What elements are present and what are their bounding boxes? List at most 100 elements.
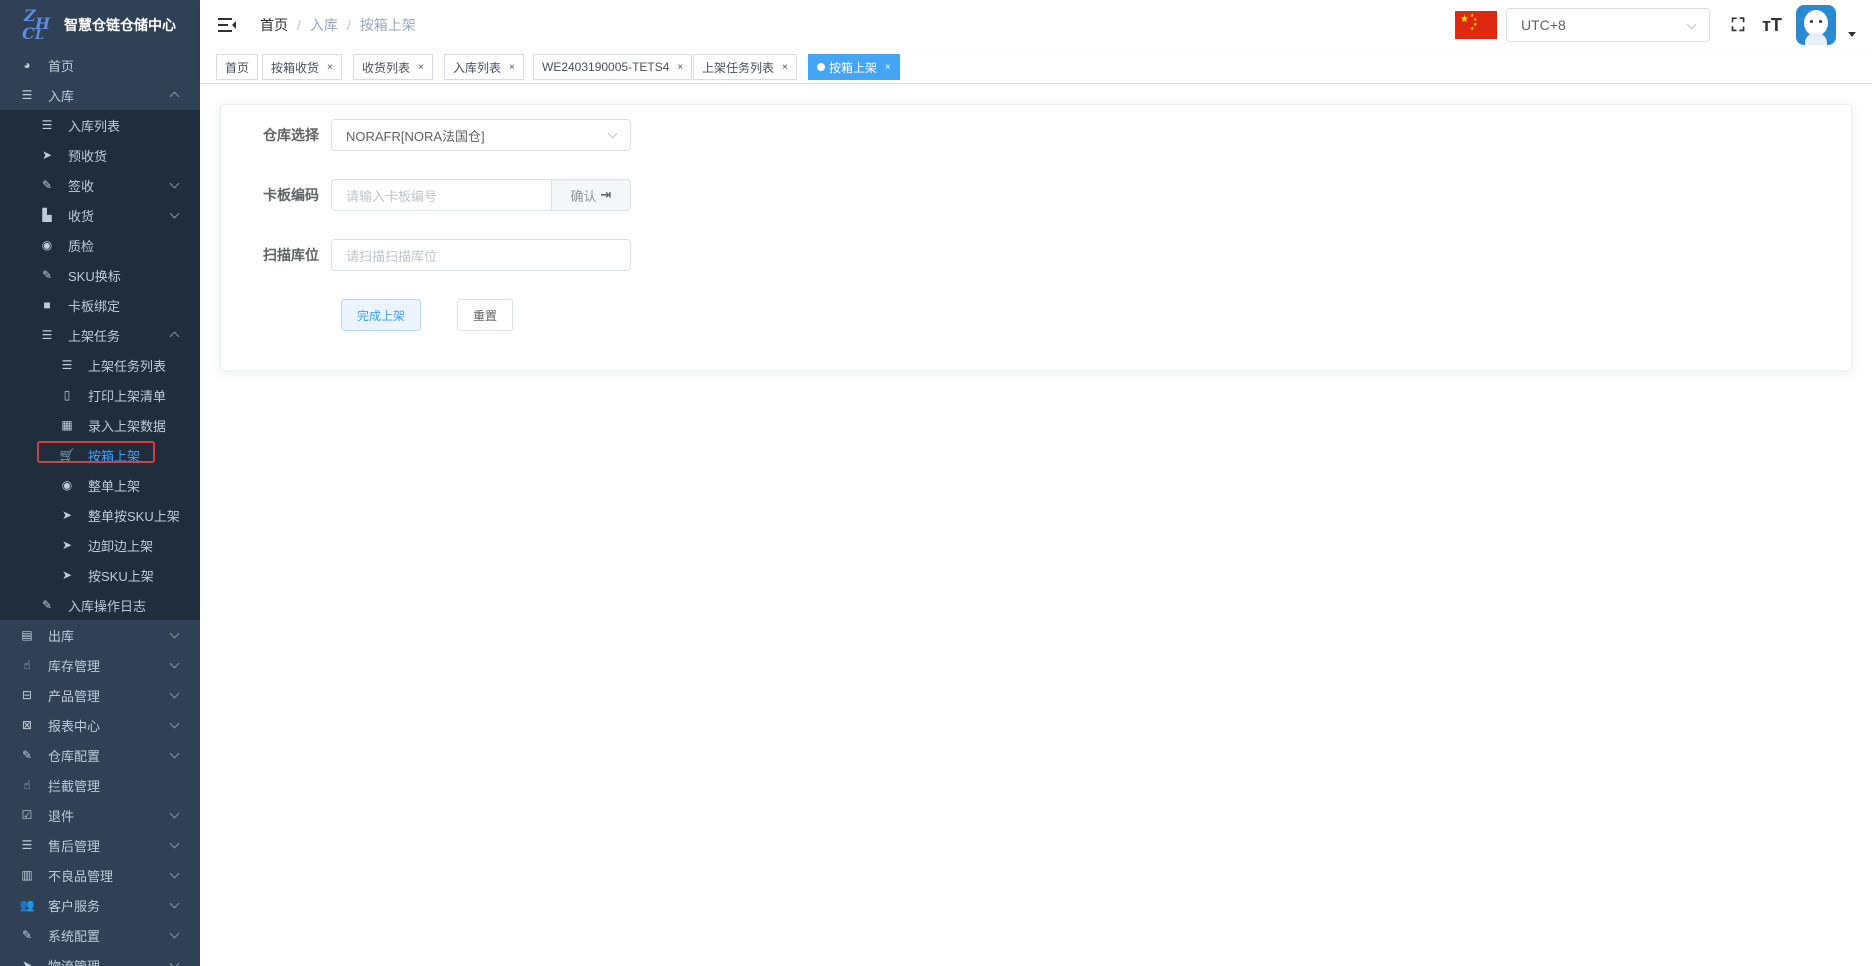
peoples-icon: 👥	[19, 898, 35, 912]
close-icon[interactable]: ×	[782, 62, 788, 73]
book-icon: ▯	[63, 388, 71, 402]
breadcrumb-home[interactable]: 首页	[260, 15, 288, 35]
sidebar-item-sign[interactable]: ✎ 签收	[0, 170, 200, 200]
sidebar-item-label: 退件	[48, 808, 75, 824]
sidebar-item-sku-putaway[interactable]: ➤ 按SKU上架	[0, 560, 200, 590]
sidebar-item-pre-receipt[interactable]: ➤ 预收货	[0, 140, 200, 170]
logo-letter-l: L	[35, 28, 45, 43]
chevron-down-icon	[169, 178, 180, 189]
app-logo[interactable]: Z H C L 智慧仓链仓储中心	[0, 0, 200, 50]
complete-putaway-button[interactable]: 完成上架	[341, 299, 421, 331]
hamburger-icon[interactable]	[218, 18, 236, 32]
hamburger-bar	[218, 30, 232, 32]
tab-home[interactable]: 首页	[216, 54, 259, 80]
sidebar-item-inventory[interactable]: ☝ 库存管理	[0, 650, 200, 680]
chevron-down-icon	[169, 628, 180, 639]
edit-icon: ✎	[41, 598, 53, 612]
chevron-down-icon	[169, 898, 180, 909]
confirm-label: 确认	[570, 188, 597, 204]
location-input[interactable]: 请扫描扫描库位	[331, 239, 631, 271]
sidebar-item-after-sales[interactable]: ☰ 售后管理	[0, 830, 200, 860]
sidebar-item-box-putaway[interactable]: 🛒 按箱上架	[0, 440, 200, 470]
navbar-right: ★ ★ ★ ★ ★ UTC+8 ⛶ ᴛT	[1455, 0, 1872, 50]
close-icon[interactable]: ×	[327, 62, 333, 73]
sidebar-item-label: 卡板绑定	[68, 298, 121, 314]
sidebar-item-outbound[interactable]: ▤ 出库	[0, 620, 200, 650]
tab-box-putaway[interactable]: 按箱上架 ×	[808, 54, 900, 80]
pallet-label: 卡板编码	[263, 187, 319, 203]
avatar[interactable]	[1796, 5, 1836, 45]
timezone-select[interactable]: UTC+8	[1506, 8, 1710, 42]
sidebar-item-order-sku-putaway[interactable]: ➤ 整单按SKU上架	[0, 500, 200, 530]
close-icon[interactable]: ×	[885, 62, 891, 73]
sidebar-item-intercept[interactable]: ☝ 拦截管理	[0, 770, 200, 800]
close-icon[interactable]: ×	[509, 62, 515, 73]
list-icon: ☰	[41, 328, 53, 342]
form-row-location: 扫描库位 请扫描扫描库位	[221, 239, 631, 271]
list-icon: ☰	[21, 88, 33, 102]
sidebar-item-warehouse-config[interactable]: ✎ 仓库配置	[0, 740, 200, 770]
putaway-form-card: 仓库选择 NORAFR[NORA法国仓] 卡板编码 请输入卡板编号 确认 ⇥ 扫…	[220, 104, 1852, 371]
sidebar-item-inbound-list[interactable]: ☰ 入库列表	[0, 110, 200, 140]
tab-receive-list[interactable]: 收货列表 ×	[353, 54, 433, 80]
sidebar-item-order-putaway[interactable]: ◉ 整单上架	[0, 470, 200, 500]
chevron-down-icon	[169, 688, 180, 699]
list-icon: ☰	[61, 358, 73, 372]
sidebar-item-enter-putaway-data[interactable]: ▦ 录入上架数据	[0, 410, 200, 440]
caret-down-icon[interactable]	[1848, 31, 1856, 37]
sidebar-item-label: 整单上架	[88, 478, 141, 494]
font-size-icon[interactable]: ᴛT	[1762, 15, 1782, 35]
sidebar-item-customer-service[interactable]: 👥 客户服务	[0, 890, 200, 920]
sidebar-item-label: 首页	[48, 58, 75, 74]
radio-icon: ◉	[61, 478, 73, 492]
active-dot-icon	[817, 63, 825, 71]
logo-mark-icon: Z H C L	[22, 6, 54, 43]
reset-button[interactable]: 重置	[457, 299, 513, 331]
breadcrumb-separator: /	[297, 17, 301, 33]
chevron-down-icon	[169, 748, 180, 759]
warehouse-select[interactable]: NORAFR[NORA法国仓]	[331, 119, 631, 151]
pallet-input[interactable]: 请输入卡板编号	[331, 179, 552, 211]
chevron-up-icon	[169, 91, 180, 102]
sidebar-item-print-putaway[interactable]: ▯ 打印上架清单	[0, 380, 200, 410]
tab-label: 入库列表	[453, 60, 502, 75]
close-icon[interactable]: ×	[418, 62, 424, 73]
app-title: 智慧仓链仓储中心	[64, 17, 176, 33]
sidebar-item-unload-putaway[interactable]: ➤ 边卸边上架	[0, 530, 200, 560]
sidebar-item-products[interactable]: ⊟ 产品管理	[0, 680, 200, 710]
sidebar-item-system-config[interactable]: ✎ 系统配置	[0, 920, 200, 950]
sidebar-item-home[interactable]: ◕ 首页	[0, 50, 200, 80]
tab-order-we2403190005[interactable]: WE2403190005-TETS4 ×	[533, 54, 693, 80]
sidebar-item-putaway-task[interactable]: ☰ 上架任务	[0, 320, 200, 350]
sidebar-item-receive[interactable]: ▙ 收货	[0, 200, 200, 230]
pallet-confirm-button[interactable]: 确认 ⇥	[552, 179, 631, 211]
avatar-body	[1805, 33, 1827, 45]
sidebar-item-label: 录入上架数据	[88, 418, 167, 434]
sidebar-item-label: 边卸边上架	[88, 538, 154, 554]
sidebar-item-label: 整单按SKU上架	[88, 508, 180, 524]
sidebar-item-sku-relabel[interactable]: ✎ SKU换标	[0, 260, 200, 290]
sidebar-item-inbound[interactable]: ☰ 入库	[0, 80, 200, 110]
sidebar-item-logistics[interactable]: ➤ 物流管理	[0, 950, 200, 966]
close-icon[interactable]: ×	[677, 62, 683, 73]
tab-putaway-task-list[interactable]: 上架任务列表 ×	[693, 54, 797, 80]
sidebar-item-returns[interactable]: ☑ 退件	[0, 800, 200, 830]
chevron-up-icon	[169, 331, 180, 342]
tab-box-receive[interactable]: 按箱收货 ×	[262, 54, 342, 80]
location-label: 扫描库位	[263, 247, 319, 263]
send-icon: ➤	[61, 538, 73, 552]
sidebar-item-qc[interactable]: ◉ 质检	[0, 230, 200, 260]
warehouse-value: NORAFR[NORA法国仓]	[346, 128, 485, 144]
sidebar-item-defective[interactable]: ▥ 不良品管理	[0, 860, 200, 890]
chevron-down-icon	[169, 928, 180, 939]
sidebar-item-inbound-log[interactable]: ✎ 入库操作日志	[0, 590, 200, 620]
breadcrumb-inbound[interactable]: 入库	[310, 15, 338, 35]
china-flag-icon[interactable]: ★ ★ ★ ★ ★	[1455, 11, 1497, 39]
sidebar: Z H C L 智慧仓链仓储中心 ◕ 首页 ☰ 入库 ☰ 入库列表 ➤ 预收货 …	[0, 0, 200, 966]
tab-inbound-list[interactable]: 入库列表 ×	[444, 54, 524, 80]
sidebar-item-pallet-bind[interactable]: ■ 卡板绑定	[0, 290, 200, 320]
hamburger-bar	[218, 18, 232, 20]
fullscreen-icon[interactable]: ⛶	[1728, 15, 1748, 35]
sidebar-item-reports[interactable]: ⊠ 报表中心	[0, 710, 200, 740]
sidebar-item-putaway-task-list[interactable]: ☰ 上架任务列表	[0, 350, 200, 380]
